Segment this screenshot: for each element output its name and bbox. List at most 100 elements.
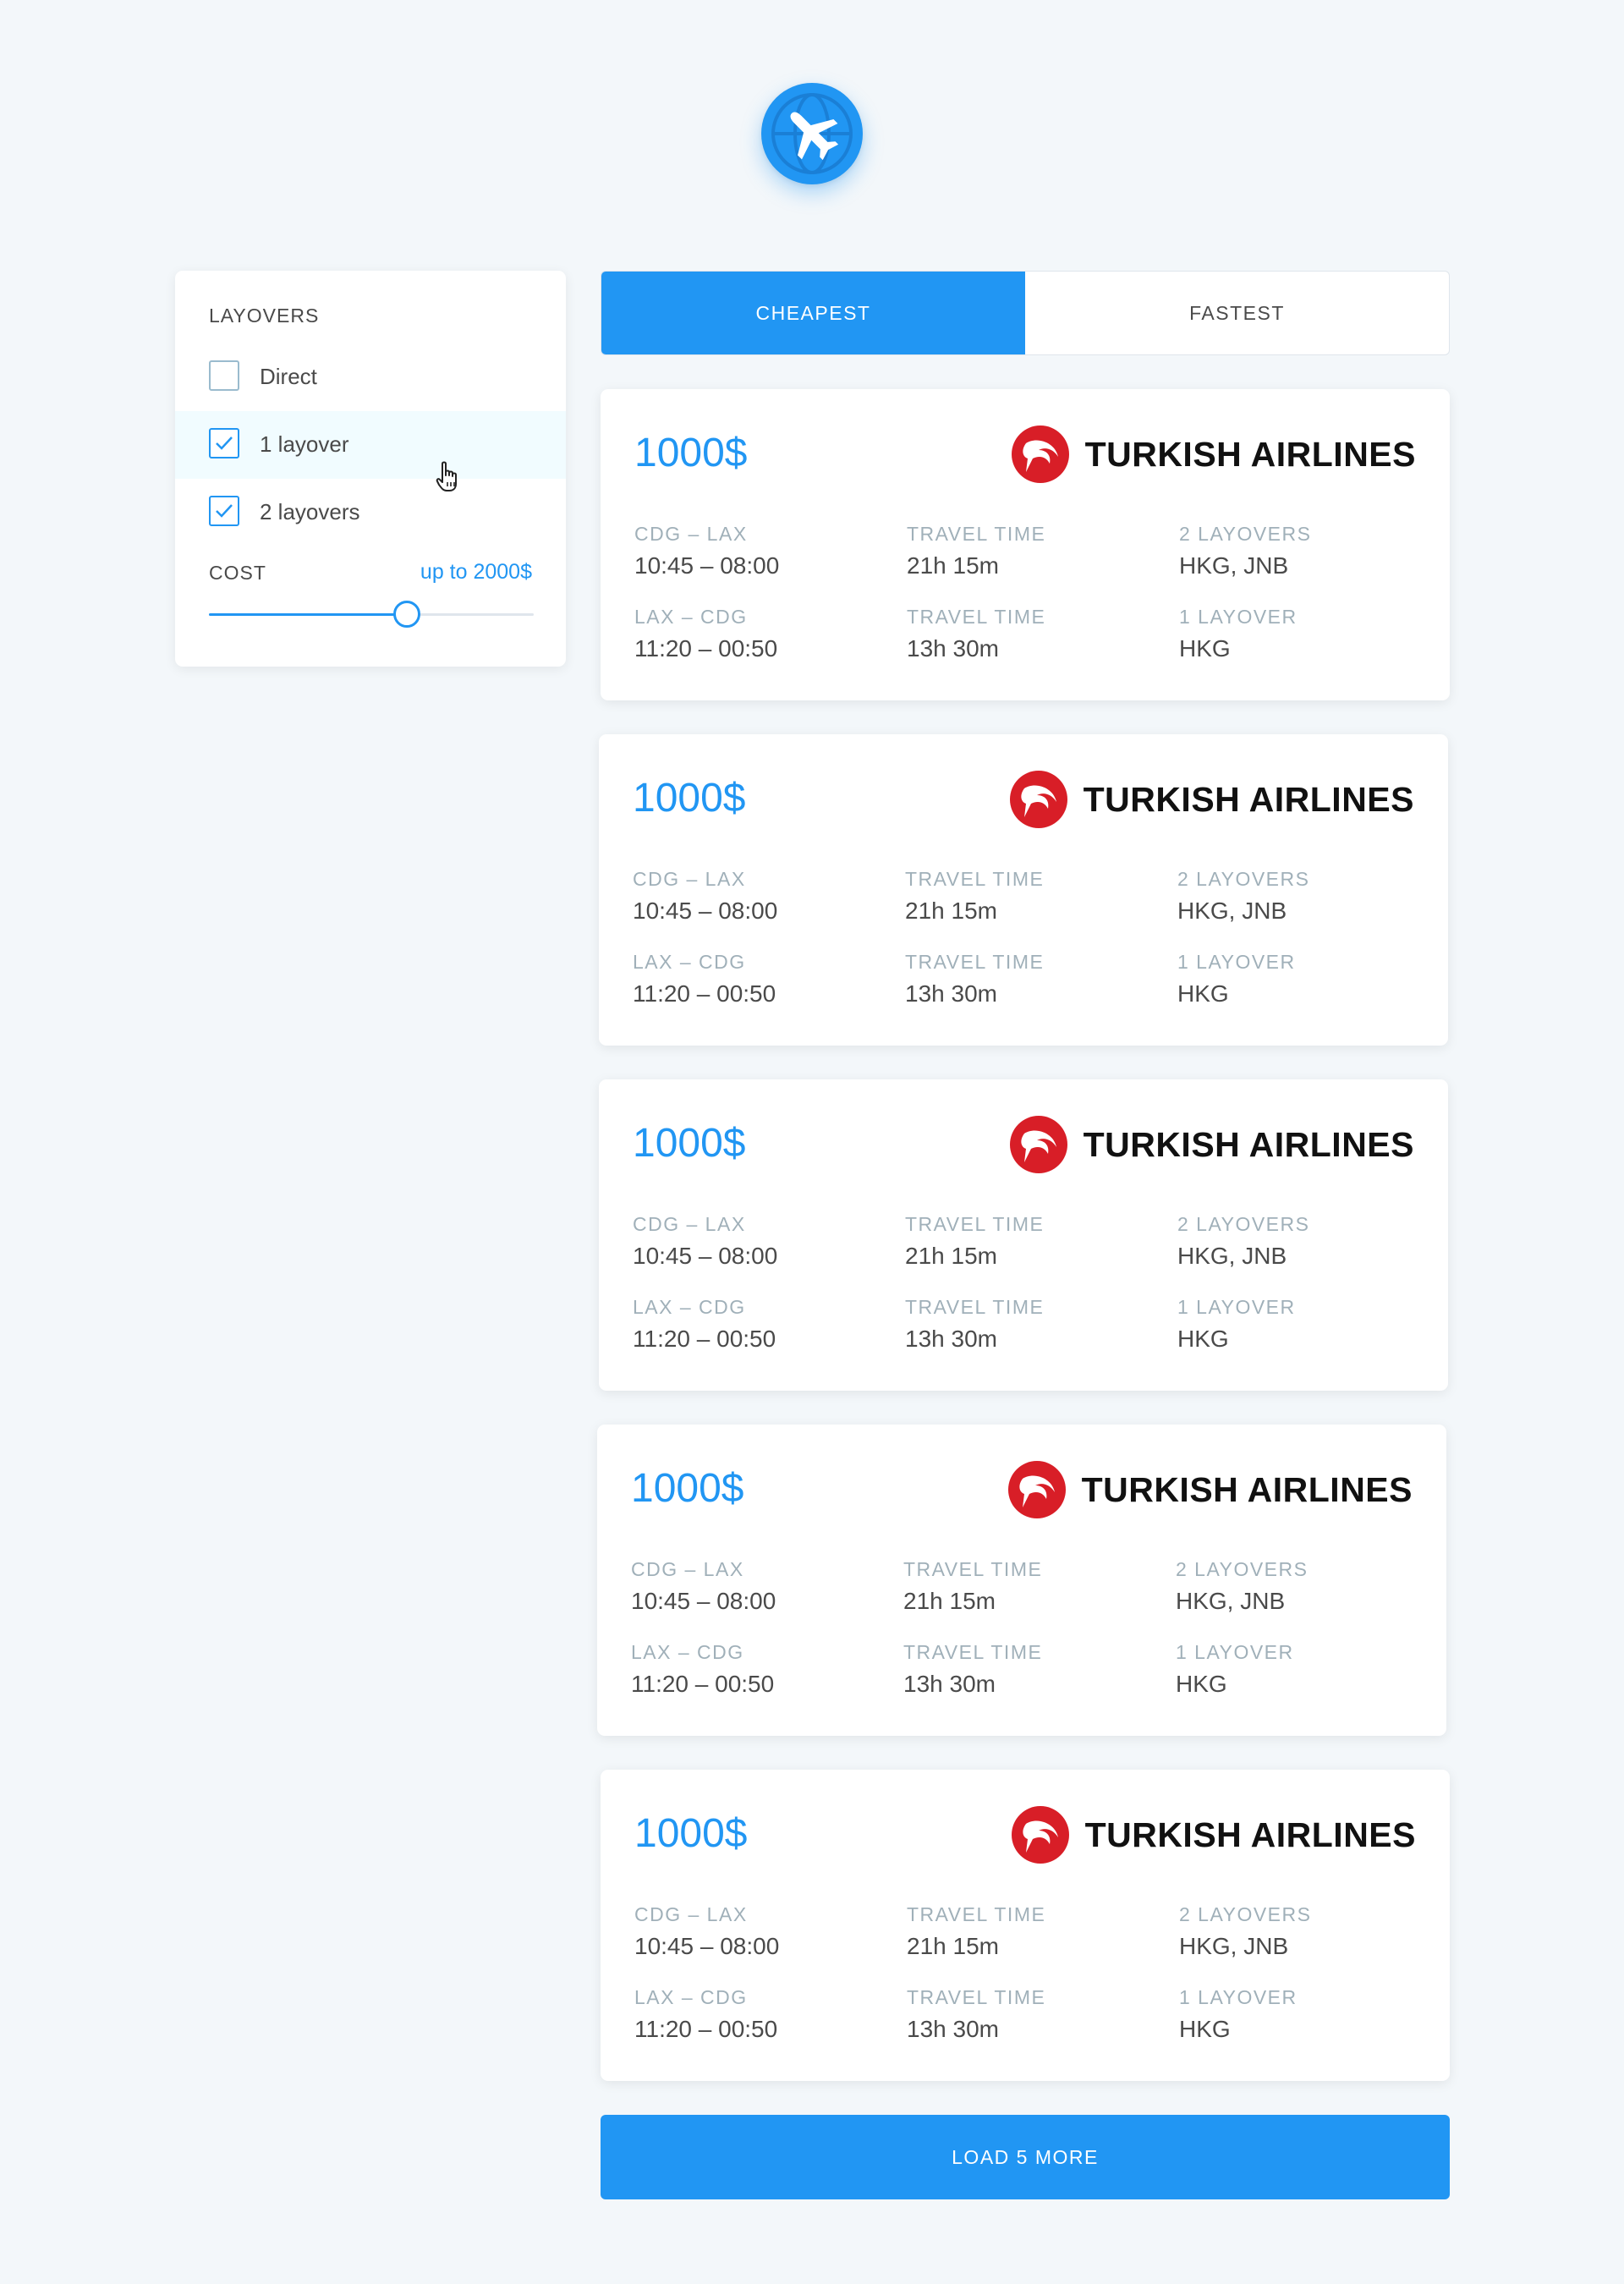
ticket-card[interactable]: 1000$ TURKISH AIRLINES CDG – LAX 10:45 – … [601, 389, 1450, 700]
segment-travel-time: TRAVEL TIME 21h 15m [905, 868, 1159, 925]
checkmark-icon [216, 436, 233, 450]
filters-panel: LAYOVERS Direct 1 layover 2 layovers COS… [175, 271, 566, 667]
travel-duration: 21h 15m [905, 898, 997, 924]
airline: TURKISH AIRLINES [1007, 1460, 1413, 1519]
ticket-price: 1000$ [634, 431, 748, 475]
travel-time-label: TRAVEL TIME [907, 606, 1046, 628]
route-label: CDG – LAX [633, 868, 746, 890]
travel-time-label: TRAVEL TIME [905, 1213, 1045, 1235]
cost-slider-handle[interactable] [393, 601, 421, 628]
airline-name: TURKISH AIRLINES [1083, 1124, 1414, 1164]
turkish-airlines-logo-icon [1009, 771, 1067, 828]
airline: TURKISH AIRLINES [1009, 1115, 1414, 1174]
route-label: LAX – CDG [634, 1986, 748, 2008]
airline-name: TURKISH AIRLINES [1081, 1469, 1413, 1509]
checkmark-icon [216, 504, 233, 518]
layover-airports: HKG, JNB [1177, 898, 1287, 924]
cost-slider[interactable] [209, 601, 534, 628]
layover-airports: HKG, JNB [1179, 552, 1289, 579]
cost-title: COST [209, 562, 266, 584]
segment-route: LAX – CDG 11:20 – 00:50 [633, 951, 886, 1007]
travel-duration: 21h 15m [907, 1933, 999, 1959]
layover-count-label: 1 LAYOVER [1177, 1296, 1296, 1318]
layover-count-label: 2 LAYOVERS [1177, 1213, 1310, 1235]
route-label: LAX – CDG [633, 951, 746, 973]
checkbox-direct[interactable] [209, 360, 239, 391]
travel-duration: 13h 30m [903, 1671, 996, 1697]
app-logo [761, 83, 863, 184]
cost-value: up to 2000$ [420, 560, 532, 584]
filter-option-1-layover[interactable]: 1 layover [175, 411, 566, 479]
segment-route: LAX – CDG 11:20 – 00:50 [634, 1986, 888, 2043]
ticket-price: 1000$ [633, 1121, 746, 1166]
travel-time-label: TRAVEL TIME [903, 1641, 1043, 1663]
travel-duration: 21h 15m [907, 552, 999, 579]
cost-slider-fill [209, 613, 408, 616]
route-label: LAX – CDG [631, 1641, 744, 1663]
travel-time-label: TRAVEL TIME [907, 1903, 1046, 1925]
layover-airports: HKG [1176, 1671, 1227, 1697]
segment-travel-time: TRAVEL TIME 21h 15m [903, 1558, 1157, 1615]
filter-label-1-layover: 1 layover [260, 431, 349, 457]
segment-route: CDG – LAX 10:45 – 08:00 [631, 1558, 885, 1615]
tab-cheapest[interactable]: CHEAPEST [601, 272, 1025, 354]
travel-time-label: TRAVEL TIME [907, 523, 1046, 545]
route-times: 11:20 – 00:50 [634, 2016, 778, 2042]
turkish-airlines-logo-icon [1009, 1116, 1067, 1173]
segment-layovers: 2 LAYOVERS HKG, JNB [1179, 1903, 1433, 1960]
filter-option-direct[interactable]: Direct [175, 343, 566, 411]
segment-route: LAX – CDG 11:20 – 00:50 [634, 606, 888, 662]
travel-duration: 21h 15m [903, 1588, 996, 1614]
layover-airports: HKG, JNB [1179, 1933, 1289, 1959]
travel-duration: 21h 15m [905, 1243, 997, 1269]
checkbox-1-layover[interactable] [209, 428, 239, 458]
turkish-airlines-logo-icon [1011, 1806, 1069, 1864]
route-times: 11:20 – 00:50 [633, 980, 776, 1007]
travel-time-label: TRAVEL TIME [905, 1296, 1045, 1318]
layover-airports: HKG, JNB [1177, 1243, 1287, 1269]
ticket-card[interactable]: 1000$ TURKISH AIRLINES CDG – LAX 10:45 – … [601, 1770, 1450, 2081]
airline-name: TURKISH AIRLINES [1083, 779, 1414, 819]
route-times: 10:45 – 08:00 [631, 1588, 776, 1614]
segment-layovers: 2 LAYOVERS HKG, JNB [1177, 1213, 1431, 1270]
ticket-card[interactable]: 1000$ TURKISH AIRLINES CDG – LAX 10:45 – … [597, 1425, 1446, 1736]
segment-route: CDG – LAX 10:45 – 08:00 [634, 1903, 888, 1960]
segment-travel-time: TRAVEL TIME 21h 15m [907, 523, 1160, 579]
route-label: CDG – LAX [634, 1903, 748, 1925]
travel-time-label: TRAVEL TIME [907, 1986, 1046, 2008]
segment-travel-time: TRAVEL TIME 21h 15m [907, 1903, 1160, 1960]
segment-layovers: 2 LAYOVERS HKG, JNB [1176, 1558, 1429, 1615]
filter-label-2-layovers: 2 layovers [260, 499, 360, 524]
travel-duration: 13h 30m [907, 2016, 999, 2042]
layovers-title: LAYOVERS [209, 305, 320, 327]
ticket-card[interactable]: 1000$ TURKISH AIRLINES CDG – LAX 10:45 – … [599, 734, 1448, 1046]
airline-name: TURKISH AIRLINES [1084, 1815, 1416, 1854]
load-more-button[interactable]: LOAD 5 MORE [601, 2115, 1450, 2199]
turkish-airlines-logo-icon [1007, 1461, 1066, 1518]
filter-option-2-layovers[interactable]: 2 layovers [175, 479, 566, 546]
travel-duration: 13h 30m [907, 635, 999, 662]
segment-route: LAX – CDG 11:20 – 00:50 [633, 1296, 886, 1353]
travel-duration: 13h 30m [905, 1326, 997, 1352]
tab-fastest[interactable]: FASTEST [1025, 272, 1449, 354]
segment-layovers: 2 LAYOVERS HKG, JNB [1179, 523, 1433, 579]
segment-layovers: 1 LAYOVER HKG [1179, 1986, 1433, 2043]
turkish-airlines-logo-icon [1011, 426, 1069, 483]
layover-airports: HKG [1179, 2016, 1231, 2042]
layover-count-label: 2 LAYOVERS [1176, 1558, 1309, 1580]
layover-count-label: 1 LAYOVER [1176, 1641, 1294, 1663]
layover-airports: HKG [1177, 980, 1229, 1007]
route-label: CDG – LAX [633, 1213, 746, 1235]
checkbox-2-layovers[interactable] [209, 496, 239, 526]
layover-airports: HKG, JNB [1176, 1588, 1286, 1614]
ticket-card[interactable]: 1000$ TURKISH AIRLINES CDG – LAX 10:45 – … [599, 1079, 1448, 1391]
layover-count-label: 2 LAYOVERS [1179, 523, 1312, 545]
travel-time-label: TRAVEL TIME [905, 868, 1045, 890]
segment-layovers: 1 LAYOVER HKG [1177, 951, 1431, 1007]
route-label: CDG – LAX [634, 523, 748, 545]
segment-route: CDG – LAX 10:45 – 08:00 [633, 1213, 886, 1270]
route-times: 11:20 – 00:50 [634, 635, 778, 662]
segment-route: CDG – LAX 10:45 – 08:00 [633, 868, 886, 925]
route-times: 11:20 – 00:50 [633, 1326, 776, 1352]
segment-route: CDG – LAX 10:45 – 08:00 [634, 523, 888, 579]
